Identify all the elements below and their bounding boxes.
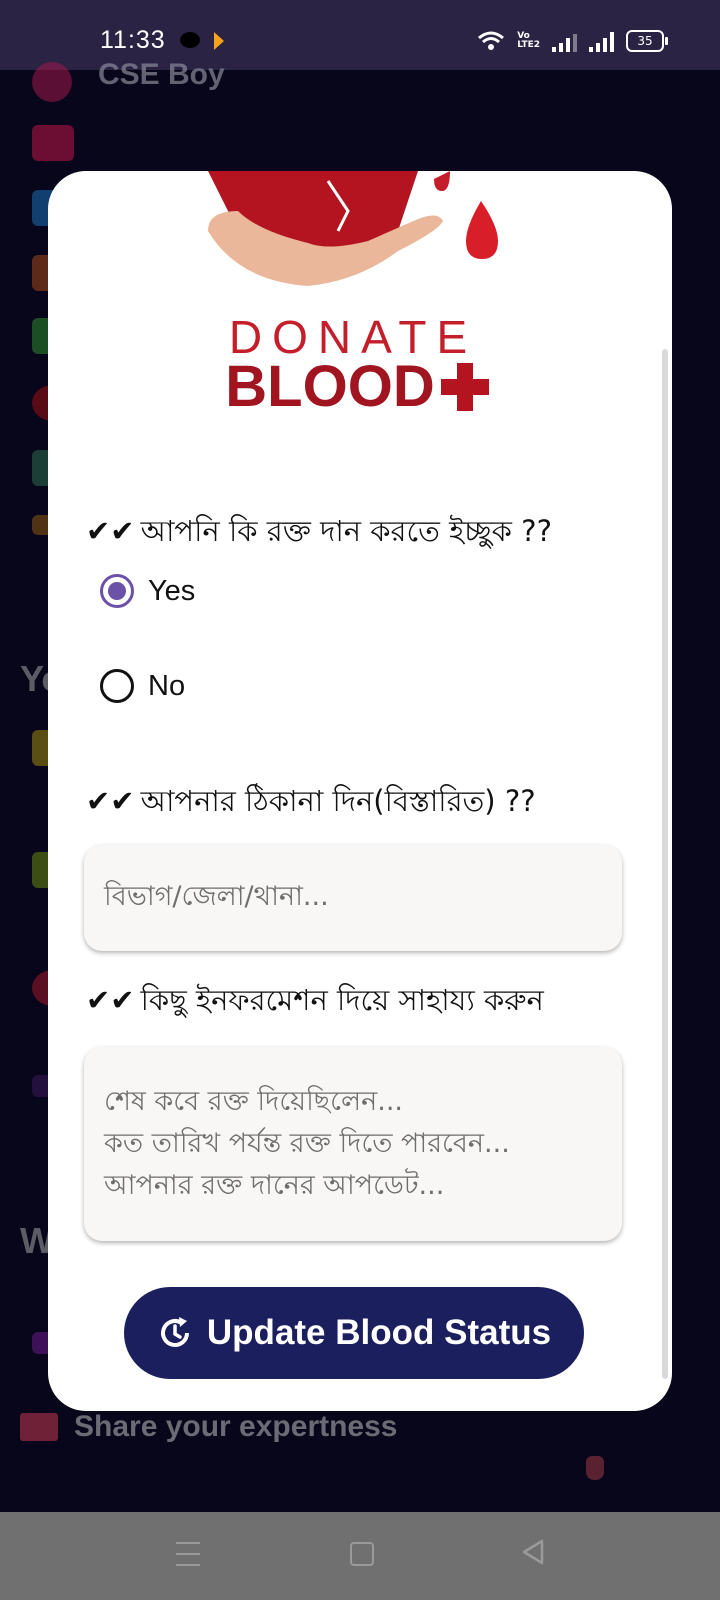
question-willing-text: আপনি কি রক্ত দান করতে ইচ্ছুক ?? bbox=[140, 514, 552, 548]
logo-blood-text: BLOOD bbox=[225, 354, 435, 419]
refresh-clock-icon bbox=[160, 1317, 189, 1347]
donate-blood-illustration bbox=[208, 171, 498, 286]
share-label: Share your expertness bbox=[74, 1410, 398, 1443]
question-info-text: কিছু ইনফরমেশন দিয়ে সাহায্য করুন bbox=[140, 983, 544, 1017]
update-blood-status-button[interactable]: Update Blood Status bbox=[124, 1287, 584, 1379]
recents-menu-icon[interactable] bbox=[176, 1542, 200, 1575]
app-notification-icon bbox=[214, 32, 224, 50]
back-triangle-icon[interactable] bbox=[520, 1538, 546, 1566]
update-button-label: Update Blood Status bbox=[206, 1313, 552, 1352]
share-expertness-item: Share your expertness bbox=[20, 1410, 397, 1444]
scrollbar[interactable] bbox=[662, 349, 668, 1379]
double-check-icon: ✔✔ bbox=[86, 514, 135, 548]
question-address-text: আপনার ঠিকানা দিন(বিস্তারিত) ?? bbox=[140, 784, 536, 818]
signal-sim2-icon bbox=[589, 30, 614, 52]
wifi-icon bbox=[477, 30, 505, 52]
navigation-bar bbox=[0, 1512, 720, 1600]
profile-icon bbox=[32, 62, 72, 102]
profile-name: CSE Boy bbox=[98, 58, 225, 91]
double-check-icon: ✔✔ bbox=[86, 784, 135, 818]
radio-button-unchecked[interactable] bbox=[100, 669, 134, 703]
info-textarea[interactable]: শেষ কবে রক্ত দিয়েছিলেন... কত তারিখ পর্য… bbox=[84, 1047, 622, 1241]
status-time: 11:33 bbox=[100, 26, 166, 54]
question-willing: ✔✔ আপনি কি রক্ত দান করতে ইচ্ছুক ?? bbox=[86, 509, 552, 558]
home-square-icon[interactable] bbox=[350, 1542, 374, 1566]
radio-label-yes: Yes bbox=[148, 574, 196, 607]
donate-blood-logo: DONATE BLOOD bbox=[48, 314, 672, 419]
radio-button-checked[interactable] bbox=[100, 574, 134, 608]
radio-option-yes[interactable]: Yes bbox=[100, 574, 195, 608]
mail-icon bbox=[32, 125, 74, 161]
logo-blood-row: BLOOD bbox=[225, 354, 489, 419]
pointer-icon bbox=[586, 1456, 604, 1480]
volte-icon: Vo LTE2 bbox=[517, 31, 540, 50]
blood-status-dialog: DONATE BLOOD ✔✔ আপনি কি রক্ত দান করতে ইচ্… bbox=[48, 171, 672, 1411]
signal-sim1-icon bbox=[552, 30, 577, 52]
system-icons: Vo LTE2 35 bbox=[477, 30, 668, 52]
question-address: ✔✔ আপনার ঠিকানা দিন(বিস্তারিত) ?? bbox=[86, 779, 536, 828]
radio-option-no[interactable]: No bbox=[100, 669, 185, 703]
radio-label-no: No bbox=[148, 669, 186, 702]
address-input[interactable]: বিভাগ/জেলা/থানা... bbox=[84, 845, 622, 951]
double-check-icon: ✔✔ bbox=[86, 983, 135, 1017]
share-icon bbox=[20, 1413, 58, 1441]
messenger-notification-icon bbox=[180, 32, 200, 48]
question-info: ✔✔ কিছু ইনফরমেশন দিয়ে সাহায্য করুন bbox=[86, 978, 544, 1027]
red-cross-icon bbox=[440, 363, 489, 411]
battery-icon: 35 bbox=[626, 30, 668, 52]
